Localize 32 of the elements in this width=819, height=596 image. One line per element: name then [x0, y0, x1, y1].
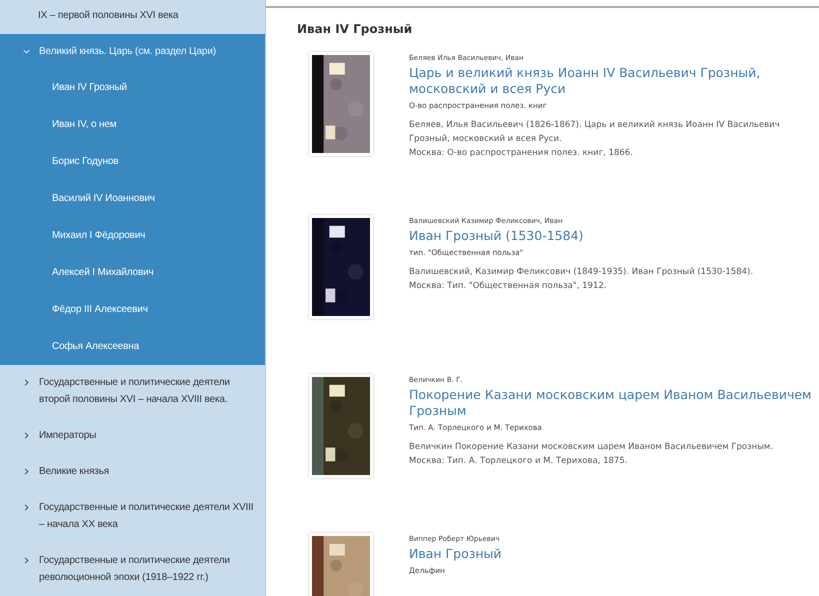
- chevron-right-icon: [22, 503, 31, 512]
- chevron-right-icon: [22, 556, 31, 565]
- chevron-right-icon: [22, 431, 31, 440]
- page-title: Иван IV Грозный: [297, 22, 414, 36]
- sidebar-item[interactable]: Великий князь. Царь (см. раздел Цари): [0, 34, 265, 69]
- sidebar-subitem[interactable]: Софья Алексеевна: [0, 328, 265, 365]
- chevron-down-icon: [22, 47, 31, 56]
- book-title-link[interactable]: Иван Грозный (1530-1584): [409, 228, 814, 244]
- sidebar-item[interactable]: Императоры: [0, 418, 265, 454]
- sidebar-subitem[interactable]: Фёдор III Алексеевич: [0, 291, 265, 328]
- chevron-right-icon: [22, 378, 31, 387]
- sidebar-item[interactable]: Великие князья: [0, 454, 265, 490]
- sidebar-subitem[interactable]: Иван IV, о нем: [0, 106, 265, 143]
- book-description: Беляев, Илья Васильевич (1826-1867). Царь и великий князь Иоанн IV Васильевич Грозный, московский и всея Руси.: [409, 119, 781, 146]
- book-description: Москва: Тип. А. Торлецкого и М. Терихова, 1875.: [409, 455, 628, 468]
- chevron-right-icon: [22, 467, 31, 476]
- book-title-link[interactable]: Покорение Казани московским царем Иваном Васильевичем Грозным: [409, 387, 814, 419]
- sidebar-subitem[interactable]: Борис Годунов: [0, 143, 265, 180]
- book-description: Величкин Покорение Казани московским царем Иваном Васильевичем Грозным.: [409, 441, 774, 454]
- book-description: Москва: Тип. "Общественная польза", 1912.: [409, 280, 608, 293]
- book-description: Москва: О-во распространения полез. книг, 1866.: [409, 147, 634, 160]
- sidebar-item[interactable]: Государственные и политические деятели революционной эпохи (1918–1922 гг.): [0, 543, 265, 596]
- sidebar-item[interactable]: Государственные и политические деятели второй половины XVI – начала XVIII века.: [0, 365, 265, 418]
- sidebar-item[interactable]: Государственные и политические деятели XVIII – начала XX века: [0, 490, 265, 543]
- sidebar-subitem[interactable]: Василий IV Иоаннович: [0, 180, 265, 217]
- sidebar-subitem[interactable]: Михаил I Фёдорович: [0, 217, 265, 254]
- book-description: Валишевский, Казимир Феликсович (1849-1935). Иван Грозный (1530-1584).: [409, 266, 754, 279]
- sidebar-subitem[interactable]: Иван IV Грозный: [0, 69, 265, 106]
- book-title-link[interactable]: Иван Грозный: [409, 546, 814, 562]
- book-title-link[interactable]: Царь и великий князь Иоанн IV Васильевич Грозный, московский и всея Руси: [409, 65, 814, 97]
- sidebar-subitem[interactable]: Алексей I Михайлович: [0, 254, 265, 291]
- sidebar-item[interactable]: IX – первой половины XVI века: [0, 0, 265, 34]
